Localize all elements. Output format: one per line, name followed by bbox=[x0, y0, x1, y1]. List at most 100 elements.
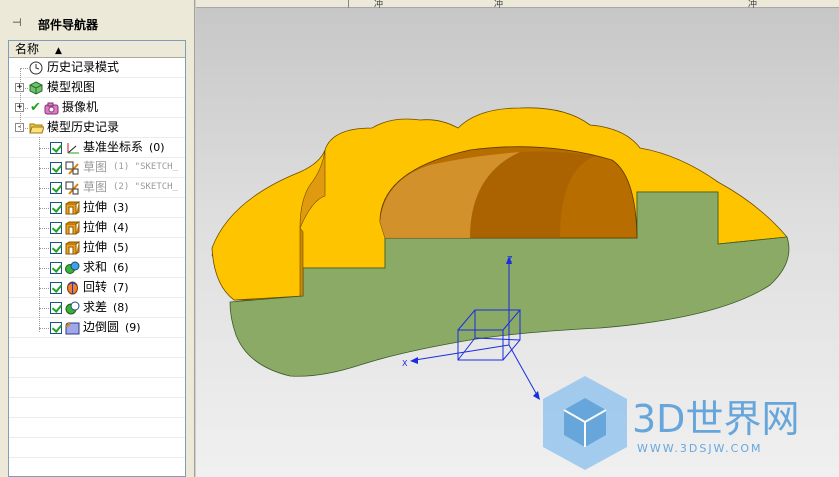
extrude-icon bbox=[65, 241, 81, 255]
tree-rows: 历史记录模式 + 模型视图 + ✔ 摄像机 - 模型历史记录 基准坐标系 (0) 草图 (1) "SK… bbox=[9, 58, 185, 476]
tree-row[interactable]: 基准坐标系 (0) bbox=[9, 138, 185, 158]
datum-csys-icon bbox=[65, 141, 80, 155]
part-navigator-panel: ⊣ 部件导航器 名称 ▲ 历史记录模式 + 模型视图 + ✔ 摄像机 - 模型历史记录 基准坐标… bbox=[0, 0, 195, 477]
visibility-checkbox[interactable] bbox=[50, 282, 62, 294]
visibility-checkbox[interactable] bbox=[50, 182, 62, 194]
empty-row bbox=[9, 438, 185, 458]
folder-open-icon bbox=[29, 121, 45, 135]
toolbar-mark: 冲 bbox=[748, 0, 758, 10]
z-axis-label: Z bbox=[507, 255, 513, 264]
tree-item-label: 拉伸 bbox=[83, 220, 108, 234]
visibility-checkbox[interactable] bbox=[50, 302, 62, 314]
tree-item-label: 基准坐标系 bbox=[83, 140, 144, 154]
sketch-icon bbox=[65, 181, 80, 195]
visibility-checkbox[interactable] bbox=[50, 162, 62, 174]
tree-row[interactable]: + 模型视图 bbox=[9, 78, 185, 98]
part-side-wall bbox=[299, 227, 304, 297]
y-axis-arrow-icon bbox=[533, 391, 540, 400]
tree-item-number: (1) "SKETCH_ bbox=[113, 162, 179, 172]
tree-connector bbox=[39, 328, 49, 329]
x-axis-label: X bbox=[402, 359, 408, 368]
graphics-viewport[interactable]: Z X 3D世界网 WWW.3DSJW.COM bbox=[196, 0, 839, 477]
empty-row bbox=[9, 458, 185, 476]
extrude-icon bbox=[65, 221, 81, 235]
tree-item-number: (8) bbox=[113, 301, 129, 314]
navigator-title: 部件导航器 bbox=[38, 18, 99, 32]
column-header-label: 名称 bbox=[15, 42, 40, 56]
watermark-brand: 3D世界网 bbox=[632, 397, 799, 441]
tree-guide-line bbox=[39, 137, 40, 332]
tree-row[interactable]: 边倒圆 (9) bbox=[9, 318, 185, 338]
pin-icon[interactable]: ⊣ bbox=[12, 16, 22, 29]
camera-icon bbox=[44, 101, 59, 115]
tree-row[interactable]: 草图 (1) "SKETCH_ bbox=[9, 158, 185, 178]
y-axis bbox=[508, 344, 538, 396]
tree-row[interactable]: - 模型历史记录 bbox=[9, 118, 185, 138]
watermark-url: WWW.3DSJW.COM bbox=[637, 442, 763, 455]
tree-item-number: (2) "SKETCH_ bbox=[113, 182, 179, 192]
tree-row[interactable]: 拉伸 (3) bbox=[9, 198, 185, 218]
clock-icon bbox=[29, 61, 44, 75]
tree-item-label: 拉伸 bbox=[83, 200, 108, 214]
tree-item-label: 求差 bbox=[83, 300, 108, 314]
tree-item-label: 摄像机 bbox=[62, 100, 99, 114]
tree-item-label: 模型视图 bbox=[47, 80, 96, 94]
tree-item-label: 回转 bbox=[83, 280, 108, 294]
tree-item-label: 草图 bbox=[83, 160, 108, 174]
tree-guide-line bbox=[20, 68, 21, 130]
visibility-checkbox[interactable] bbox=[50, 242, 62, 254]
empty-row bbox=[9, 418, 185, 438]
tree-row[interactable]: 拉伸 (5) bbox=[9, 238, 185, 258]
revolve-icon bbox=[65, 281, 80, 295]
column-header-name[interactable]: 名称 ▲ bbox=[9, 41, 185, 58]
tree-item-label: 历史记录模式 bbox=[47, 60, 120, 74]
tree-row[interactable]: 求和 (6) bbox=[9, 258, 185, 278]
extrude-icon bbox=[65, 201, 81, 215]
tree-connector bbox=[20, 68, 28, 69]
tree-item-label: 模型历史记录 bbox=[47, 120, 120, 134]
tree-item-label: 草图 bbox=[83, 180, 108, 194]
tree-connector bbox=[39, 208, 49, 209]
tree-item-label: 边倒圆 bbox=[83, 320, 120, 334]
top-toolbar-strip: 冲 冲 冲 bbox=[196, 0, 839, 10]
tree-connector bbox=[39, 148, 49, 149]
tree-connector bbox=[39, 188, 49, 189]
tree-item-number: (6) bbox=[113, 261, 129, 274]
empty-row bbox=[9, 358, 185, 378]
visibility-checkbox[interactable] bbox=[50, 262, 62, 274]
tree-item-number: (9) bbox=[125, 321, 141, 334]
watermark-logo bbox=[543, 376, 627, 470]
visibility-checkbox[interactable] bbox=[50, 322, 62, 334]
tree-item-number: (4) bbox=[113, 221, 129, 234]
tree-connector bbox=[39, 268, 49, 269]
tree-item-number: (5) bbox=[113, 241, 129, 254]
tree-row[interactable]: 求差 (8) bbox=[9, 298, 185, 318]
tree-item-label: 拉伸 bbox=[83, 240, 108, 254]
sketch-icon bbox=[65, 161, 80, 175]
unite-icon bbox=[65, 261, 80, 275]
tree-row[interactable]: 草图 (2) "SKETCH_ bbox=[9, 178, 185, 198]
subtract-icon bbox=[65, 301, 80, 315]
toolbar-mark: 冲 bbox=[494, 0, 504, 10]
tree-item-number: (0) bbox=[149, 141, 165, 154]
edge-blend-icon bbox=[65, 321, 80, 335]
toolbar-mark: 冲 bbox=[374, 0, 384, 10]
tree-row[interactable]: 历史记录模式 bbox=[9, 58, 185, 78]
tree-item-number: (3) bbox=[113, 201, 129, 214]
tree-row[interactable]: + ✔ 摄像机 bbox=[9, 98, 185, 118]
tree-connector bbox=[39, 308, 49, 309]
tree-row[interactable]: 回转 (7) bbox=[9, 278, 185, 298]
visibility-checkbox[interactable] bbox=[50, 142, 62, 154]
tree-connector bbox=[39, 288, 49, 289]
visibility-checkbox[interactable] bbox=[50, 222, 62, 234]
tree-connector bbox=[39, 228, 49, 229]
x-axis-arrow-icon bbox=[410, 357, 418, 364]
empty-row bbox=[9, 378, 185, 398]
model-canvas[interactable]: Z X 3D世界网 WWW.3DSJW.COM bbox=[196, 0, 839, 477]
tree-row[interactable]: 拉伸 (4) bbox=[9, 218, 185, 238]
checkmark-icon: ✔ bbox=[30, 100, 41, 115]
tree-item-label: 求和 bbox=[83, 260, 108, 274]
empty-row bbox=[9, 398, 185, 418]
visibility-checkbox[interactable] bbox=[50, 202, 62, 214]
navigator-tree[interactable]: 名称 ▲ 历史记录模式 + 模型视图 + ✔ 摄像机 - 模型历史记录 基准坐标系 (0) 草图 (1… bbox=[8, 40, 186, 477]
